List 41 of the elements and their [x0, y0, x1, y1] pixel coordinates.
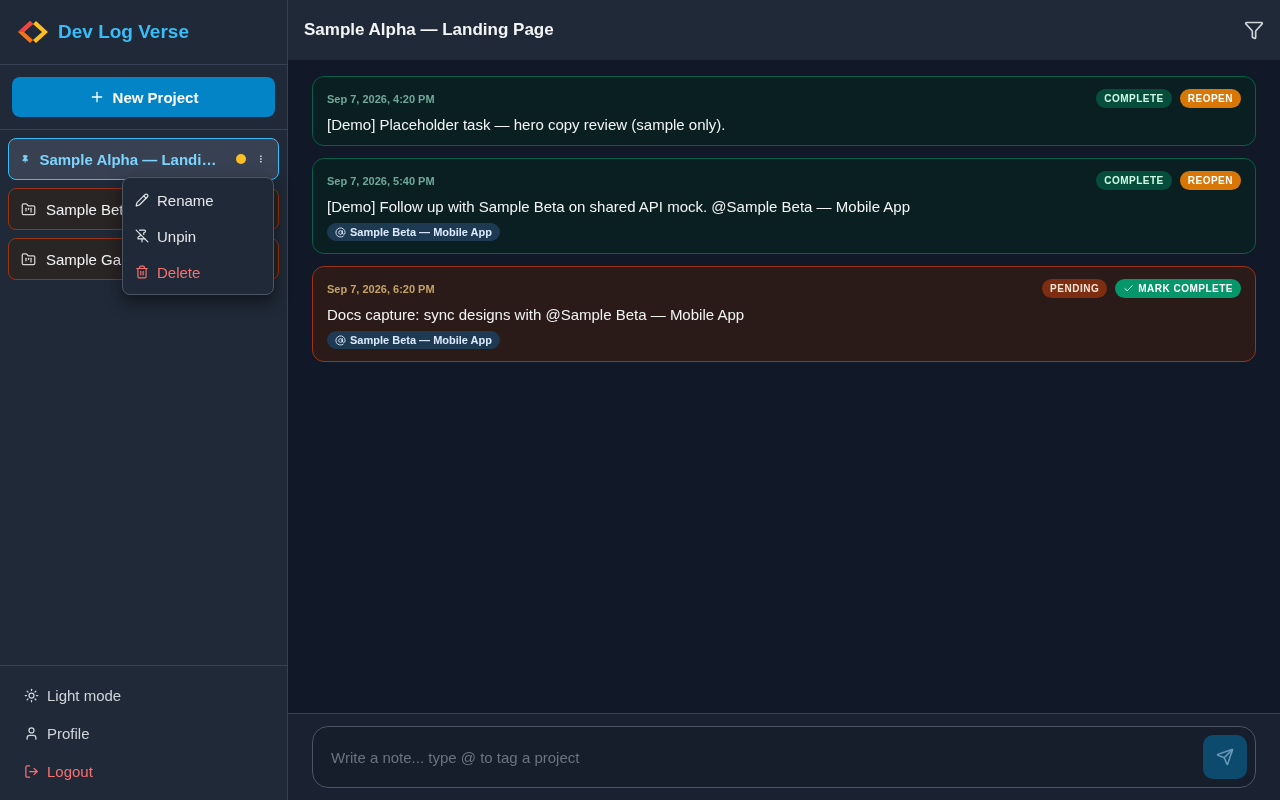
- project-name: Sample Ga: [46, 250, 122, 268]
- note-field[interactable]: Write a note... type @ to tag a project: [312, 726, 1256, 788]
- menu-item[interactable]: Delete: [123, 254, 273, 290]
- project-name: Sample Alpha — Landi…: [39, 150, 217, 168]
- logout-icon: [24, 763, 39, 779]
- status-label: PENDING: [1042, 279, 1108, 298]
- note-time: Sep 7, 2026, 5:40 PM: [327, 174, 436, 187]
- trash-icon: [135, 265, 149, 279]
- logo-icon: [16, 18, 50, 46]
- status-button[interactable]: REOPEN: [1179, 171, 1241, 190]
- status-label: COMPLETE: [1096, 171, 1172, 190]
- page-title: Sample Alpha — Landing Page: [304, 20, 554, 40]
- note-time: Sep 7, 2026, 4:20 PM: [327, 92, 436, 105]
- project-item[interactable]: Sample Alpha — Landi…: [8, 138, 279, 180]
- menu-item[interactable]: Rename: [123, 182, 273, 218]
- status-label: COMPLETE: [1096, 89, 1172, 108]
- project-tag[interactable]: Sample Beta — Mobile App: [327, 223, 500, 241]
- project-tag[interactable]: Sample Beta — Mobile App: [327, 331, 500, 349]
- user-icon: [24, 725, 39, 741]
- sidebar-link[interactable]: Logout: [16, 754, 271, 788]
- project-name: Sample Bet: [46, 200, 124, 218]
- pencil-icon: [135, 193, 149, 207]
- at-icon: [335, 226, 346, 238]
- menu-item[interactable]: Unpin: [123, 218, 273, 254]
- send-button[interactable]: [1203, 735, 1247, 779]
- pin-off-icon: [135, 229, 149, 243]
- note-text: [Demo] Placeholder task — hero copy review (sample only).: [327, 116, 727, 133]
- send-icon: [1216, 748, 1234, 766]
- filter-icon[interactable]: [1244, 20, 1264, 40]
- at-icon: [335, 334, 346, 346]
- status-button[interactable]: MARK COMPLETE: [1115, 279, 1241, 298]
- app-name: Dev Log Verse: [58, 21, 189, 43]
- sidebar-link[interactable]: Light mode: [16, 678, 271, 712]
- check-icon: [1123, 283, 1135, 294]
- note-text: Docs capture: sync designs with @Sample Beta — Mobile App: [327, 306, 746, 323]
- sidebar-link[interactable]: Profile: [16, 716, 271, 750]
- note-text: [Demo] Follow up with Sample Beta on shared API mock. @Sample Beta — Mobile App: [327, 198, 911, 215]
- new-project-button[interactable]: New Project: [12, 77, 275, 117]
- note-time: Sep 7, 2026, 6:20 PM: [327, 282, 436, 295]
- status-button[interactable]: REOPEN: [1179, 89, 1241, 108]
- sun-icon: [24, 687, 39, 703]
